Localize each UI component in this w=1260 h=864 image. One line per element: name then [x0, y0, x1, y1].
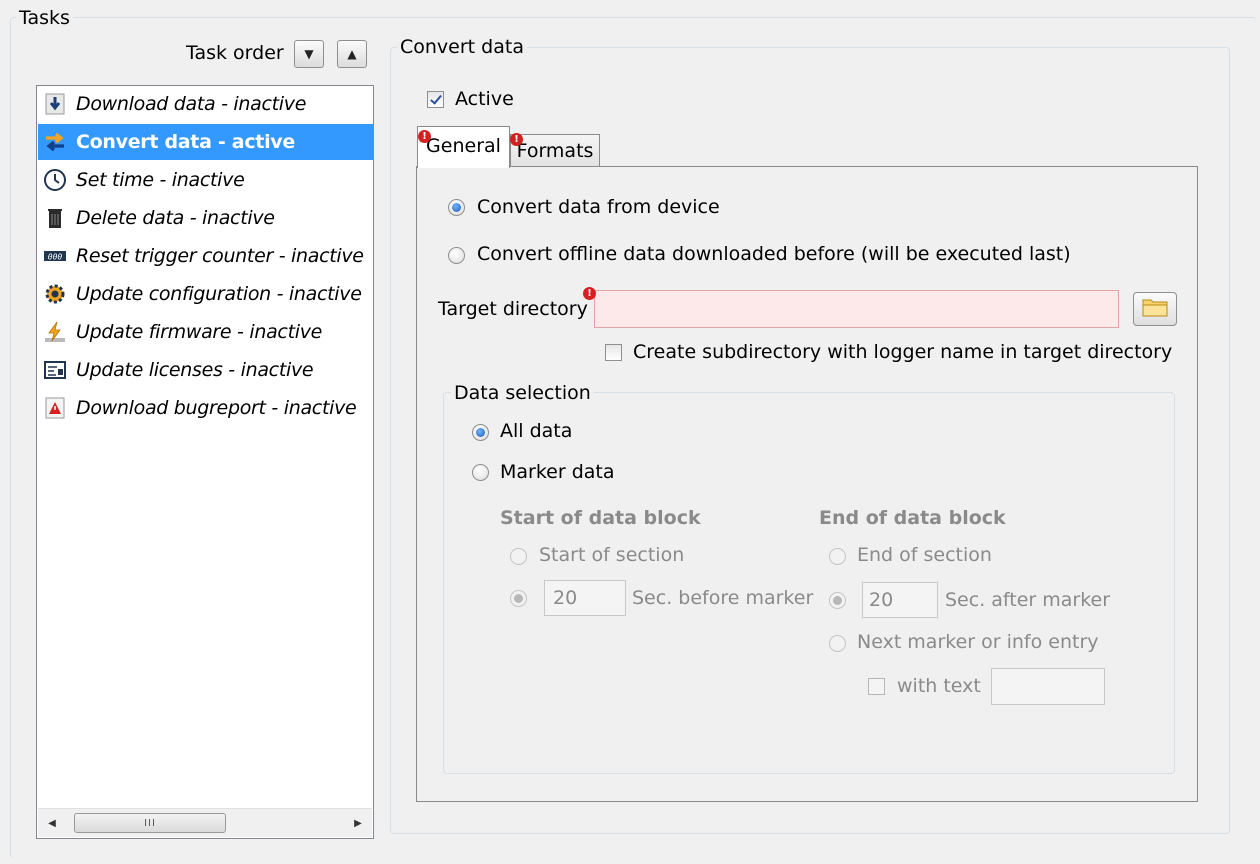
arrow-up-icon: ▲ — [347, 47, 357, 61]
with-text-label: with text — [897, 675, 981, 697]
task-item-label: Reset trigger counter - inactive — [76, 245, 364, 267]
start-block-heading: Start of data block — [500, 507, 701, 529]
task-item-download-bugreport[interactable]: Download bugreport - inactive — [38, 390, 373, 426]
task-item-label: Update firmware - inactive — [76, 321, 323, 343]
svg-text:000: 000 — [48, 253, 63, 262]
end-of-section-radio[interactable] — [829, 548, 846, 565]
sec-after-marker-input[interactable]: 20 — [862, 582, 938, 618]
folder-icon — [1142, 297, 1168, 322]
bugreport-icon — [42, 395, 68, 421]
next-marker-label: Next marker or info entry — [857, 631, 1099, 653]
task-order-label: Task order — [186, 42, 284, 64]
license-icon — [42, 357, 68, 383]
task-item-label: Download data - inactive — [76, 93, 307, 115]
task-list[interactable]: Download data - inactive Convert data - … — [36, 85, 374, 839]
task-item-reset-trigger-counter[interactable]: 000 Reset trigger counter - inactive — [38, 238, 373, 274]
trash-icon — [42, 205, 68, 231]
target-directory-label: Target directory — [438, 298, 588, 320]
move-down-button[interactable]: ▼ — [294, 40, 324, 68]
all-data-radio[interactable] — [472, 424, 489, 441]
target-directory-error-icon: ! — [583, 287, 596, 300]
convert-from-device-label: Convert data from device — [477, 196, 720, 218]
all-data-label: All data — [500, 420, 573, 442]
tab-formats[interactable]: Formats — [510, 134, 600, 167]
scroll-left-button[interactable]: ◀ — [38, 809, 66, 837]
next-marker-radio[interactable] — [829, 635, 846, 652]
convert-data-legend: Convert data — [397, 36, 527, 58]
download-icon — [42, 91, 68, 117]
sec-before-marker-input[interactable]: 20 — [544, 580, 626, 616]
with-text-input[interactable] — [991, 668, 1105, 705]
task-item-label: Set time - inactive — [76, 169, 245, 191]
create-subdirectory-checkbox[interactable] — [605, 344, 622, 361]
scroll-right-button[interactable]: ▶ — [344, 809, 372, 837]
counter-icon: 000 — [42, 243, 68, 269]
sec-before-marker-radio[interactable] — [510, 590, 527, 607]
tasks-group-legend: Tasks — [16, 7, 73, 29]
task-item-update-firmware[interactable]: Update firmware - inactive — [38, 314, 373, 350]
arrow-left-icon: ◀ — [48, 817, 56, 829]
task-item-label: Update licenses - inactive — [76, 359, 314, 381]
convert-from-device-radio[interactable] — [448, 199, 465, 216]
clock-icon — [42, 167, 68, 193]
tab-general-error-icon: ! — [418, 130, 431, 143]
arrow-right-icon: ▶ — [354, 817, 362, 829]
marker-data-radio[interactable] — [472, 464, 489, 481]
start-of-section-radio[interactable] — [510, 548, 527, 565]
end-of-section-label: End of section — [857, 544, 992, 566]
start-of-section-label: Start of section — [539, 544, 685, 566]
move-up-button[interactable]: ▲ — [337, 40, 367, 68]
browse-folder-button[interactable] — [1133, 292, 1177, 326]
tab-label: General — [426, 134, 501, 157]
with-text-checkbox[interactable] — [868, 678, 885, 695]
scroll-thumb[interactable]: III — [74, 813, 226, 833]
marker-data-label: Marker data — [500, 461, 615, 483]
task-item-download-data[interactable]: Download data - inactive — [38, 86, 373, 122]
target-directory-input[interactable] — [594, 290, 1119, 328]
convert-icon — [42, 129, 68, 155]
active-checkbox[interactable] — [427, 91, 444, 108]
task-item-label: Convert data - active — [76, 131, 295, 153]
convert-offline-label: Convert offline data downloaded before (… — [477, 243, 1071, 265]
arrow-down-icon: ▼ — [304, 47, 314, 61]
tab-formats-error-icon: ! — [510, 133, 523, 146]
sec-before-marker-label: Sec. before marker — [632, 587, 814, 609]
convert-offline-radio[interactable] — [448, 247, 465, 264]
tab-general[interactable]: General — [417, 126, 510, 168]
task-item-delete-data[interactable]: Delete data - inactive — [38, 200, 373, 236]
task-item-label: Download bugreport - inactive — [76, 397, 357, 419]
task-item-set-time[interactable]: Set time - inactive — [38, 162, 373, 198]
create-subdirectory-label: Create subdirectory with logger name in … — [633, 341, 1173, 363]
sec-after-marker-label: Sec. after marker — [945, 589, 1111, 611]
task-item-label: Delete data - inactive — [76, 207, 275, 229]
task-item-update-configuration[interactable]: Update configuration - inactive — [38, 276, 373, 312]
task-list-hscrollbar[interactable]: ◀ III ▶ — [38, 808, 372, 837]
gear-icon — [42, 281, 68, 307]
active-label: Active — [455, 88, 514, 110]
task-item-update-licenses[interactable]: Update licenses - inactive — [38, 352, 373, 388]
scroll-thumb-grip: III — [144, 817, 156, 829]
tab-label: Formats — [516, 140, 594, 162]
data-selection-legend: Data selection — [451, 382, 594, 404]
task-item-label: Update configuration - inactive — [76, 283, 362, 305]
task-item-convert-data[interactable]: Convert data - active — [38, 124, 373, 160]
firmware-icon — [42, 319, 68, 345]
end-block-heading: End of data block — [819, 507, 1006, 529]
sec-after-marker-radio[interactable] — [829, 592, 846, 609]
